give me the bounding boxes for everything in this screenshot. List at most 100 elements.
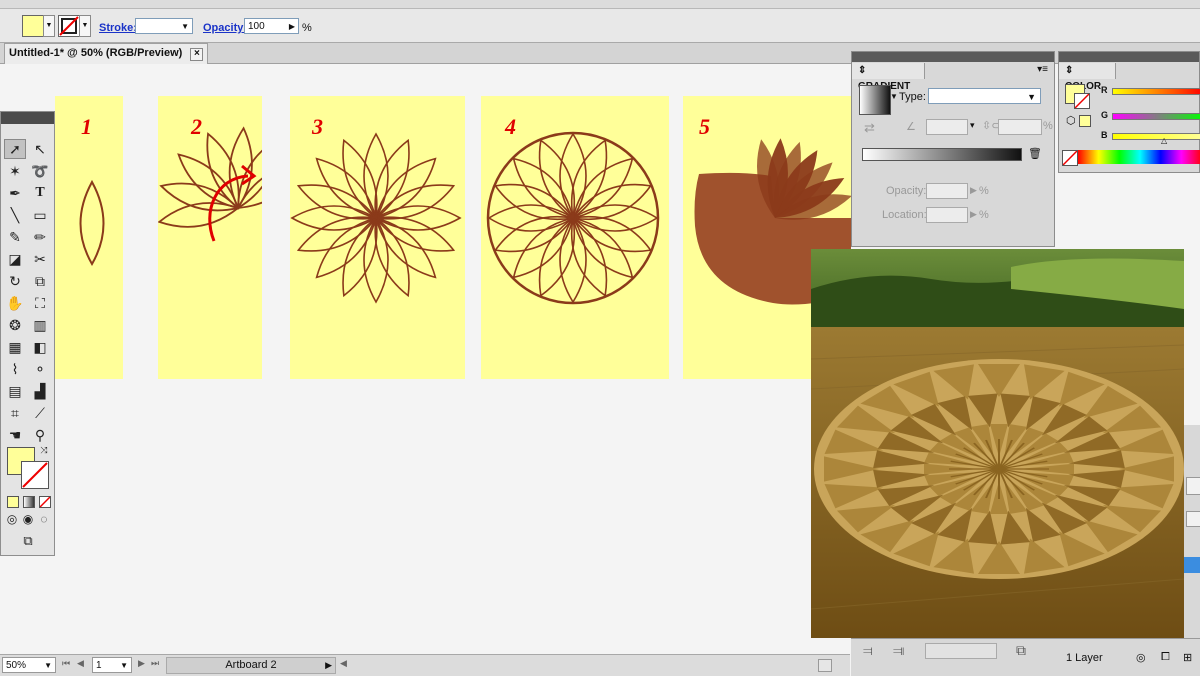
column-graph-tool-icon[interactable]: ▟ — [29, 381, 51, 401]
make-clipping-mask-icon[interactable]: ⧠ — [1161, 651, 1170, 664]
tools-panel-header[interactable] — [1, 112, 54, 124]
panel-titlebar[interactable] — [852, 52, 1054, 62]
mesh-tool-icon[interactable]: ▦ — [4, 337, 26, 357]
gradient-preview-swatch[interactable] — [859, 85, 891, 115]
direct-selection-tool-icon[interactable]: ↖ — [29, 139, 51, 159]
stop-location-field[interactable] — [926, 207, 968, 223]
petal — [363, 132, 389, 220]
free-transform-tool-icon[interactable]: ⛶ — [29, 293, 51, 313]
selection-tool-icon[interactable]: ➚ — [4, 139, 26, 159]
arrange-icon[interactable]: ⧉ — [1016, 642, 1026, 659]
none-mode-icon[interactable] — [39, 496, 51, 508]
blob-brush-tool-icon[interactable]: ◪ — [4, 249, 26, 269]
none-color-icon[interactable] — [1062, 150, 1078, 166]
artboard-number-value: 1 — [96, 660, 102, 671]
green-slider[interactable] — [1112, 113, 1200, 120]
scale-tool-icon[interactable]: ⧉ — [29, 271, 51, 291]
reverse-gradient-icon[interactable]: ⇄ — [864, 120, 875, 136]
red-slider[interactable] — [1112, 88, 1200, 95]
panel-button[interactable] — [1186, 511, 1200, 527]
color-mode-icon[interactable] — [7, 496, 19, 508]
paintbrush-tool-icon[interactable]: ✎ — [4, 227, 26, 247]
panel-titlebar[interactable] — [1059, 52, 1199, 62]
locate-object-icon[interactable]: ◎ — [1136, 651, 1146, 664]
graph-tool-icon[interactable]: ▥ — [29, 315, 51, 335]
magic-wand-tool-icon[interactable]: ✶ — [4, 161, 26, 181]
warp-tool-icon[interactable]: ✋ — [4, 293, 26, 313]
bottom-field[interactable] — [925, 643, 997, 659]
zoom-tool-icon[interactable]: ⚲ — [29, 425, 51, 445]
gradient-tool-icon[interactable]: ◧ — [29, 337, 51, 357]
zoom-field[interactable]: 50% ▼ — [2, 657, 56, 673]
lasso-tool-icon[interactable]: ➰ — [29, 161, 51, 181]
new-sublayer-icon[interactable]: ⊞ — [1183, 651, 1192, 664]
angle-field[interactable] — [926, 119, 968, 135]
stop-opacity-field[interactable] — [926, 183, 968, 199]
symbol-sprayer-tool-icon[interactable]: ❂ — [4, 315, 26, 335]
chevron-down-icon: ▼ — [44, 661, 52, 670]
next-artboard-icon[interactable]: ▶ — [138, 658, 145, 669]
swap-fill-stroke-icon[interactable]: ⤨ — [37, 443, 51, 457]
live-paint-tool-icon[interactable]: ▤ — [4, 381, 26, 401]
line-tool-icon[interactable]: ╲ — [4, 205, 26, 225]
chevron-down-icon[interactable]: ▼ — [890, 92, 898, 101]
pencil-tool-icon[interactable]: ✏ — [29, 227, 51, 247]
fill-swatch[interactable] — [22, 15, 44, 37]
screen-mode-icon[interactable]: ⧉ — [15, 532, 41, 550]
draw-normal-icon[interactable]: ◎ — [4, 511, 20, 527]
previous-artboard-icon[interactable]: ◀ — [77, 658, 84, 669]
chevron-right-icon[interactable]: ▶ — [970, 209, 977, 220]
stroke-dropdown-button[interactable]: ▼ — [79, 15, 91, 37]
out-of-gamut-icon[interactable]: ⬡ — [1066, 114, 1076, 127]
last-artboard-icon[interactable]: ⏭ — [151, 658, 159, 669]
hand-tool-icon[interactable]: ☚ — [4, 425, 26, 445]
stroke-swatch[interactable] — [58, 15, 80, 37]
opacity-field[interactable]: 100 ▶ — [244, 18, 299, 34]
scissors-tool-icon[interactable]: ✂ — [29, 249, 51, 269]
gamut-swatch[interactable] — [1079, 115, 1091, 127]
fill-dropdown-button[interactable]: ▼ — [43, 15, 55, 37]
close-icon[interactable]: × — [190, 48, 204, 61]
type-tool-icon[interactable]: T — [29, 183, 51, 203]
rotate-tool-icon[interactable]: ↻ — [4, 271, 26, 291]
draw-inside-icon[interactable]: ◌ — [36, 511, 52, 527]
gradient-tab[interactable]: ⇕ GRADIENT — [852, 63, 925, 92]
aspect-ratio-field[interactable] — [998, 119, 1042, 135]
chevron-right-icon[interactable]: ▶ — [970, 185, 977, 196]
stroke-color-swatch[interactable] — [21, 461, 49, 489]
blue-slider[interactable] — [1112, 133, 1200, 140]
color-spectrum[interactable] — [1078, 150, 1200, 164]
scroll-left-icon[interactable]: ◀ — [340, 658, 347, 669]
document-tab[interactable]: Untitled-1* @ 50% (RGB/Preview) × — [4, 43, 209, 64]
no-stroke-icon — [59, 16, 79, 36]
trash-icon[interactable]: 🗑 — [1028, 147, 1042, 160]
status-info-field[interactable]: Artboard 2 ▶ — [166, 657, 336, 674]
stroke-label[interactable]: Stroke: — [99, 22, 137, 34]
artboard-number-field[interactable]: 1 ▼ — [92, 657, 132, 673]
rectangle-tool-icon[interactable]: ▭ — [29, 205, 51, 225]
align-icon[interactable]: ⫤ — [863, 643, 873, 659]
color-tab[interactable]: ⇕ COLOR — [1059, 63, 1116, 92]
first-artboard-icon[interactable]: ⏮ — [62, 658, 70, 669]
stroke-color-swatch[interactable] — [1074, 93, 1090, 109]
selected-row[interactable] — [1184, 557, 1200, 573]
scroll-corner[interactable] — [818, 659, 832, 672]
artboard-tool-icon[interactable]: ⌗ — [4, 403, 26, 423]
opacity-label[interactable]: Opacity: — [203, 22, 247, 34]
blend-tool-icon[interactable]: ⚬ — [29, 359, 51, 379]
eyedropper-tool-icon[interactable]: ⌇ — [4, 359, 26, 379]
gradient-type-select[interactable]: ▼ — [928, 88, 1041, 104]
chevron-down-icon: ▼ — [181, 22, 189, 31]
chevron-down-icon: ▼ — [1027, 92, 1036, 102]
slider-handle-icon[interactable]: △ — [1161, 136, 1167, 145]
slice-tool-icon[interactable]: ⟋ — [29, 403, 51, 423]
gradient-slider[interactable] — [862, 148, 1022, 161]
draw-behind-icon[interactable]: ◉ — [20, 511, 36, 527]
panel-button[interactable] — [1186, 477, 1200, 495]
gradient-mode-icon[interactable] — [23, 496, 35, 508]
distribute-icon[interactable]: ⫥ — [893, 643, 904, 659]
stroke-weight-field[interactable]: ▼ — [135, 18, 193, 34]
pen-tool-icon[interactable]: ✒ — [4, 183, 26, 203]
panel-menu-icon[interactable]: ▾≡ — [1037, 64, 1048, 75]
chevron-down-icon[interactable]: ▾ — [970, 120, 975, 131]
